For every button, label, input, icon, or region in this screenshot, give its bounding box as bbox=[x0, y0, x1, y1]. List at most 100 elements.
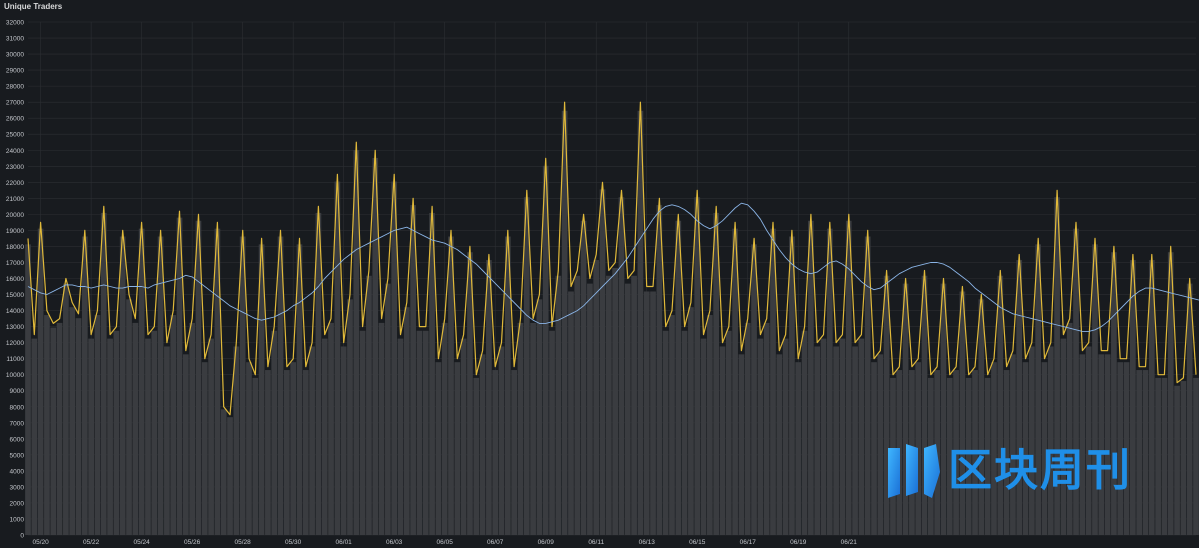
data-bar bbox=[100, 212, 107, 535]
data-bar bbox=[719, 346, 726, 535]
data-bar bbox=[56, 322, 63, 535]
y-tick-label: 13000 bbox=[6, 324, 24, 331]
data-bar bbox=[283, 370, 290, 535]
y-tick-label: 22000 bbox=[6, 180, 24, 187]
data-bar bbox=[605, 275, 612, 535]
y-tick-label: 8000 bbox=[10, 404, 25, 411]
y-tick-label: 29000 bbox=[6, 68, 24, 75]
data-bar bbox=[321, 338, 328, 535]
data-bar bbox=[473, 377, 480, 535]
data-bar bbox=[119, 236, 126, 536]
data-bar bbox=[416, 330, 423, 535]
data-bar bbox=[530, 322, 536, 535]
watermark-text: 区块周刊 bbox=[948, 445, 1132, 496]
x-tick-label: 06/01 bbox=[336, 539, 353, 546]
data-bar bbox=[744, 322, 751, 535]
chart-panel: Unique Traders 0 1000 2000 3000 4000 5000 6000… bbox=[0, 0, 1199, 548]
data-bar bbox=[302, 370, 309, 535]
data-bar bbox=[871, 362, 877, 535]
x-tick-label: 06/19 bbox=[790, 539, 807, 546]
y-tick-label: 12000 bbox=[6, 340, 24, 347]
data-bar bbox=[662, 330, 669, 535]
data-bar bbox=[523, 197, 530, 535]
data-bar bbox=[88, 338, 94, 535]
y-tick-label: 31000 bbox=[6, 36, 24, 43]
y-tick-label: 15000 bbox=[6, 292, 24, 299]
y-tick-label: 30000 bbox=[6, 52, 24, 59]
data-bar bbox=[549, 330, 555, 535]
data-bar bbox=[397, 338, 404, 535]
data-bar bbox=[340, 346, 347, 535]
data-bar bbox=[50, 327, 57, 535]
data-bar bbox=[574, 275, 581, 535]
data-bar bbox=[366, 275, 372, 535]
data-bar bbox=[403, 307, 410, 535]
x-axis: 05/20 05/22 05/24 05/26 05/28 05/30 06/01 06/03… bbox=[32, 539, 857, 546]
y-tick-label: 10000 bbox=[6, 372, 24, 379]
data-bar bbox=[378, 322, 385, 535]
data-bar bbox=[31, 338, 38, 535]
x-tick-label: 05/28 bbox=[235, 539, 252, 546]
data-bar bbox=[511, 370, 517, 535]
data-bar bbox=[138, 228, 145, 535]
data-bar bbox=[618, 197, 625, 535]
x-tick-label: 05/22 bbox=[83, 539, 100, 546]
y-tick-label: 18000 bbox=[6, 244, 24, 251]
data-bar bbox=[688, 307, 694, 535]
x-tick-label: 05/24 bbox=[134, 539, 151, 546]
data-bar bbox=[858, 338, 865, 535]
data-bar bbox=[37, 228, 44, 535]
data-bar bbox=[309, 346, 315, 535]
data-bar bbox=[113, 330, 120, 535]
data-bar bbox=[132, 322, 139, 535]
data-bar bbox=[612, 267, 619, 535]
data-bar bbox=[1186, 283, 1193, 535]
data-bar bbox=[69, 307, 76, 535]
data-bar bbox=[795, 362, 802, 535]
x-tick-label: 06/09 bbox=[538, 539, 555, 546]
data-bar bbox=[757, 338, 764, 535]
data-bar bbox=[1180, 381, 1187, 535]
x-tick-label: 05/20 bbox=[32, 539, 49, 546]
x-tick-label: 06/21 bbox=[841, 539, 858, 546]
data-bar bbox=[555, 275, 562, 535]
data-bar bbox=[486, 260, 492, 535]
data-bar bbox=[776, 354, 783, 535]
data-bar bbox=[498, 346, 505, 535]
data-bar bbox=[164, 346, 170, 535]
data-bar bbox=[833, 346, 839, 535]
data-bar bbox=[208, 338, 214, 535]
data-bar bbox=[454, 362, 461, 535]
y-tick-label: 1000 bbox=[10, 516, 25, 523]
y-tick-label: 20000 bbox=[6, 212, 24, 219]
y-tick-label: 5000 bbox=[10, 452, 25, 459]
y-tick-label: 0 bbox=[20, 533, 24, 540]
y-tick-label: 28000 bbox=[6, 84, 24, 91]
y-tick-label: 27000 bbox=[6, 100, 24, 107]
data-bar bbox=[107, 338, 113, 535]
data-bar bbox=[189, 322, 196, 535]
data-bar bbox=[492, 370, 499, 535]
y-tick-label: 9000 bbox=[10, 388, 25, 395]
data-bar bbox=[422, 330, 429, 535]
y-tick-label: 3000 bbox=[10, 484, 25, 491]
data-bar bbox=[681, 330, 688, 535]
x-tick-label: 06/17 bbox=[740, 539, 757, 546]
data-bar bbox=[643, 291, 650, 535]
data-bar bbox=[707, 315, 713, 535]
y-tick-label: 24000 bbox=[6, 148, 24, 155]
data-bar bbox=[820, 338, 827, 535]
data-bar bbox=[801, 330, 808, 535]
y-tick-label: 6000 bbox=[10, 436, 25, 443]
y-tick-label: 16000 bbox=[6, 276, 24, 283]
x-tick-label: 06/13 bbox=[639, 539, 656, 546]
watermark: 区块周刊 bbox=[886, 440, 1176, 502]
data-bar bbox=[826, 228, 833, 535]
data-bar bbox=[536, 299, 543, 535]
data-bar bbox=[669, 315, 675, 535]
data-bar bbox=[246, 362, 252, 535]
data-bar bbox=[738, 354, 745, 535]
data-bar bbox=[877, 354, 884, 535]
data-bar bbox=[1193, 377, 1199, 535]
data-bar bbox=[852, 346, 858, 535]
